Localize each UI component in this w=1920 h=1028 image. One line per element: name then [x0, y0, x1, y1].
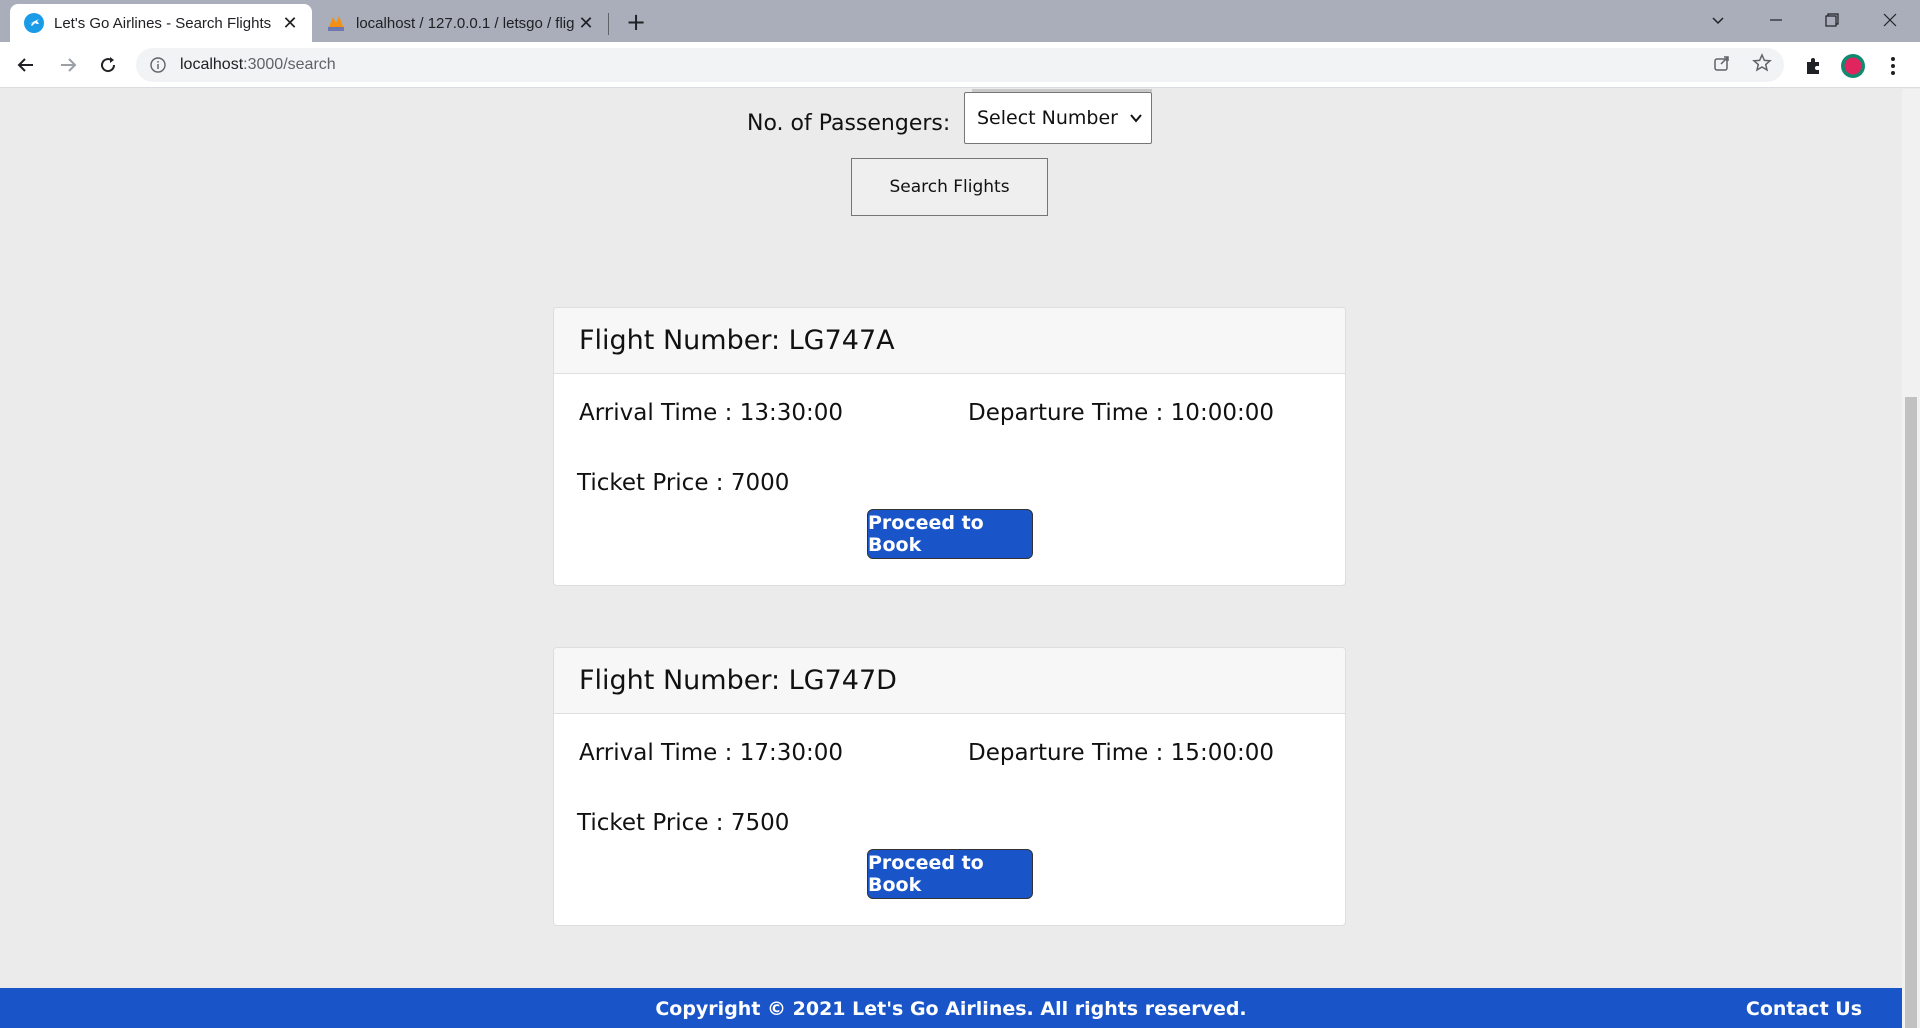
arrival-time: Arrival Time : 13:30:00 — [579, 400, 843, 426]
flight-number-heading: Flight Number: LG747A — [554, 308, 1345, 374]
url-text: localhost:3000/search — [180, 56, 1784, 74]
proceed-to-book-button[interactable]: Proceed to Book — [867, 509, 1033, 559]
flight-number-heading: Flight Number: LG747D — [554, 648, 1345, 714]
page-viewport: No. of Passengers: Select Number Search … — [0, 89, 1902, 1028]
url-host: localhost — [180, 56, 244, 73]
proceed-to-book-button[interactable]: Proceed to Book — [867, 849, 1033, 899]
departure-time: Departure Time : 15:00:00 — [968, 740, 1274, 766]
ticket-price: Ticket Price : 7000 — [577, 470, 790, 496]
chevron-down-icon — [1130, 114, 1142, 123]
new-tab-button[interactable]: + — [622, 8, 650, 36]
contact-us-link[interactable]: Contact Us — [1746, 998, 1862, 1020]
passengers-label: No. of Passengers: — [747, 111, 951, 136]
profile-avatar-icon[interactable] — [1840, 53, 1866, 79]
tab-search-flights[interactable]: Let's Go Airlines - Search Flights ✕ — [10, 4, 312, 42]
tab-title: localhost / 127.0.0.1 / letsgo / flig — [356, 14, 574, 32]
copyright-text: Copyright © 2021 Let's Go Airlines. All … — [655, 998, 1247, 1020]
url-path: :3000/search — [243, 56, 336, 73]
departure-time: Departure Time : 10:00:00 — [968, 400, 1274, 426]
tab-close-icon[interactable]: ✕ — [278, 11, 302, 35]
bookmark-star-icon[interactable] — [1750, 51, 1774, 75]
airplane-favicon-icon — [24, 13, 44, 33]
page-scrollbar[interactable] — [1902, 89, 1920, 1028]
page-footer: Copyright © 2021 Let's Go Airlines. All … — [0, 988, 1902, 1028]
tab-close-icon[interactable]: ✕ — [574, 11, 598, 35]
scrollbar-thumb[interactable] — [1905, 397, 1917, 1028]
browser-toolbar: localhost:3000/search — [0, 42, 1920, 88]
flight-card: Flight Number: LG747A Arrival Time : 13:… — [553, 307, 1346, 586]
site-info-icon[interactable] — [150, 57, 166, 73]
search-flights-button[interactable]: Search Flights — [851, 158, 1048, 216]
ticket-price: Ticket Price : 7500 — [577, 810, 790, 836]
flight-card: Flight Number: LG747D Arrival Time : 17:… — [553, 647, 1346, 926]
address-bar[interactable]: localhost:3000/search — [136, 48, 1784, 82]
tab-title: Let's Go Airlines - Search Flights — [54, 14, 272, 32]
tab-separator — [608, 13, 609, 35]
back-arrow-icon[interactable] — [10, 49, 42, 81]
tab-phpmyadmin[interactable]: localhost / 127.0.0.1 / letsgo / flig ✕ — [312, 4, 608, 42]
restore-window-icon[interactable] — [1812, 4, 1852, 36]
forward-arrow-icon[interactable] — [52, 49, 84, 81]
reload-icon[interactable] — [92, 49, 124, 81]
flight-card-body: Arrival Time : 13:30:00 Departure Time :… — [554, 374, 1345, 585]
browser-tabstrip: Let's Go Airlines - Search Flights ✕ loc… — [0, 0, 1920, 42]
passengers-select-value: Select Number — [977, 107, 1118, 129]
browser-menu-icon[interactable] — [1880, 53, 1906, 79]
arrival-time: Arrival Time : 17:30:00 — [579, 740, 843, 766]
share-icon[interactable] — [1710, 51, 1734, 75]
extensions-puzzle-icon[interactable] — [1800, 53, 1826, 79]
minimize-window-icon[interactable] — [1756, 4, 1796, 36]
flight-card-body: Arrival Time : 17:30:00 Departure Time :… — [554, 714, 1345, 925]
close-window-icon[interactable] — [1870, 4, 1910, 36]
tab-search-dropdown-icon[interactable] — [1698, 4, 1738, 36]
phpmyadmin-favicon-icon — [328, 16, 344, 31]
passengers-select[interactable]: Select Number — [964, 92, 1152, 144]
